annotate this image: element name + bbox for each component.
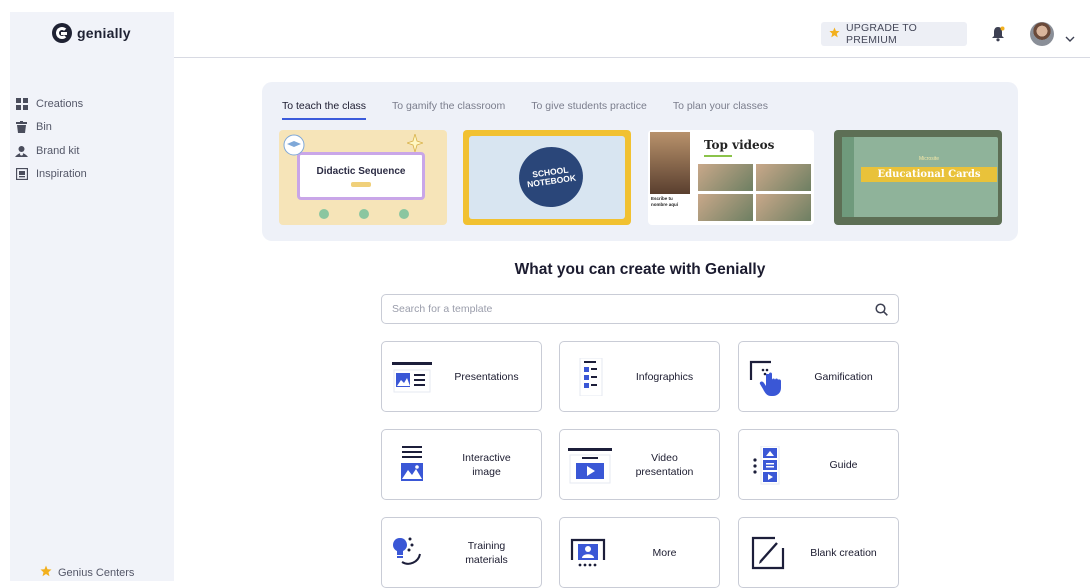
sidebar-item-label: Inspiration <box>36 168 87 181</box>
tab-give-students-practice[interactable]: To give students practice <box>531 100 647 120</box>
card-label: More <box>652 546 677 559</box>
template-didactic-sequence[interactable]: Didactic Sequence <box>279 130 447 225</box>
card-label-line2: image <box>472 465 501 478</box>
template-card-frame: Didactic Sequence <box>297 152 425 200</box>
upgrade-label: UPGRADE TO PREMIUM <box>846 22 918 46</box>
inspiration-icon <box>15 168 28 181</box>
create-guide-card[interactable]: Guide <box>738 429 899 500</box>
card-label-line1: Training <box>467 539 506 552</box>
interactive-image-icon <box>390 446 430 484</box>
card-label: Video presentation <box>616 430 713 499</box>
presentation-icon <box>390 358 432 396</box>
video-presentation-icon <box>568 446 612 484</box>
create-presentations-card[interactable]: Presentations <box>381 341 542 412</box>
video-thumbnail <box>698 194 753 221</box>
create-gamification-card[interactable]: Gamification <box>738 341 899 412</box>
blank-creation-icon <box>747 534 787 572</box>
card-label: Infographics <box>635 370 694 383</box>
brand-kit-icon <box>15 144 28 157</box>
template-caption: Escribe tu nombre aquí <box>651 196 691 208</box>
section-title: What you can create with Genially <box>514 261 766 278</box>
sparkle-icon <box>407 134 423 152</box>
card-label: Interactive image <box>438 430 535 499</box>
sidebar-item-label: Creations <box>36 97 84 110</box>
video-thumbnail <box>698 164 753 191</box>
brand-name: genially <box>77 25 131 41</box>
search-input[interactable] <box>392 303 862 315</box>
template-carousel-panel: To teach the class To gamify the classro… <box>262 82 1018 241</box>
caption-line2: nombre aquí <box>651 202 679 207</box>
star-icon <box>829 25 840 43</box>
avatar[interactable] <box>1030 22 1054 46</box>
grid-icon <box>15 97 28 110</box>
sidebar-item-label: Brand kit <box>36 144 80 157</box>
card-label-line2: presentation <box>635 465 694 478</box>
template-search-box[interactable] <box>381 294 899 324</box>
sidebar: genially Creations Bin Brand kit Inspira… <box>10 12 174 581</box>
board-side-strip <box>842 137 854 217</box>
template-decoration <box>704 155 732 157</box>
sidebar-item-creations[interactable]: Creations <box>15 92 87 116</box>
card-label-line1: Interactive <box>462 451 511 464</box>
create-more-card[interactable]: More <box>559 517 720 588</box>
card-label: Training materials <box>438 518 535 587</box>
video-thumbnail <box>756 164 811 191</box>
genially-logo[interactable]: genially <box>52 23 131 43</box>
genius-centers-link[interactable]: Genius Centers <box>40 564 134 582</box>
sidebar-item-brand-kit[interactable]: Brand kit <box>15 139 87 163</box>
training-materials-icon <box>390 534 430 572</box>
card-label: Gamification <box>814 370 873 383</box>
genially-logo-icon <box>52 23 72 43</box>
top-header: UPGRADE TO PREMIUM <box>174 12 1090 58</box>
star-icon <box>40 564 52 582</box>
template-tabs: To teach the class To gamify the classro… <box>282 100 768 120</box>
template-educational-cards[interactable]: Microsite Educational Cards <box>834 130 1002 225</box>
sidebar-item-inspiration[interactable]: Inspiration <box>15 163 87 187</box>
upgrade-to-premium-button[interactable]: UPGRADE TO PREMIUM <box>821 22 967 46</box>
trash-icon <box>15 121 28 134</box>
sidebar-item-bin[interactable]: Bin <box>15 116 87 140</box>
create-infographics-card[interactable]: Infographics <box>559 341 720 412</box>
template-decoration <box>351 181 371 187</box>
template-top-videos[interactable]: Escribe tu nombre aquí Top videos <box>648 130 814 225</box>
card-label: Presentations <box>454 370 519 383</box>
template-title-banner: Educational Cards <box>861 167 997 182</box>
guide-icon <box>747 445 787 485</box>
notification-bell-icon[interactable] <box>991 26 1005 42</box>
card-label-line2: materials <box>465 553 508 566</box>
infographic-icon <box>568 357 608 397</box>
card-label-line1: Video <box>651 451 678 464</box>
sidebar-item-label: Bin <box>36 121 52 134</box>
video-thumbnail <box>756 194 811 221</box>
graduation-cap-icon <box>283 134 305 156</box>
create-interactive-image-card[interactable]: Interactive image <box>381 429 542 500</box>
template-title: Educational Cards <box>877 169 981 180</box>
create-video-presentation-card[interactable]: Video presentation <box>559 429 720 500</box>
template-school-notebook[interactable]: SCHOOL NOTEBOOK <box>463 130 631 225</box>
presenter-photo <box>650 132 690 194</box>
tab-teach-the-class[interactable]: To teach the class <box>282 100 367 120</box>
template-title: Didactic Sequence <box>316 165 406 177</box>
search-icon[interactable] <box>875 303 888 316</box>
chevron-down-icon[interactable] <box>1065 30 1075 42</box>
template-title: Top videos <box>704 138 775 152</box>
card-label: Guide <box>829 458 858 471</box>
more-icon <box>568 534 608 572</box>
create-training-materials-card[interactable]: Training materials <box>381 517 542 588</box>
template-kicker: Microsite <box>918 156 939 162</box>
template-decoration <box>319 209 409 219</box>
tab-gamify-the-classroom[interactable]: To gamify the classroom <box>392 100 505 120</box>
create-blank-creation-card[interactable]: Blank creation <box>738 517 899 588</box>
genius-centers-label: Genius Centers <box>58 567 135 579</box>
card-label: Blank creation <box>810 546 877 559</box>
tab-plan-your-classes[interactable]: To plan your classes <box>673 100 768 120</box>
sidebar-nav: Creations Bin Brand kit Inspiration <box>15 92 87 186</box>
gamification-icon <box>747 358 787 396</box>
